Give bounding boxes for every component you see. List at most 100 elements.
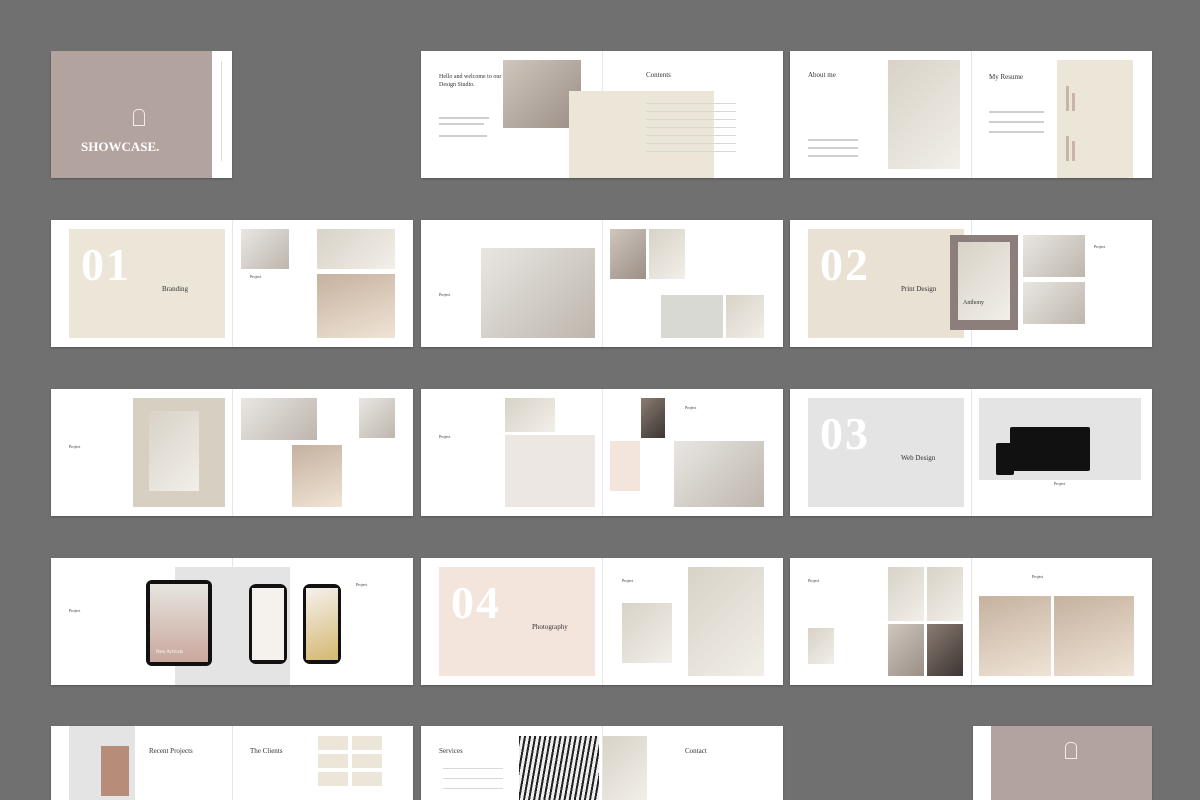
contents-title: Contents (646, 71, 671, 79)
chair-photo (688, 567, 764, 676)
fold (232, 220, 233, 347)
web-detail-spread[interactable]: Project New Arrivals Project (51, 558, 413, 685)
client-logo (318, 736, 348, 750)
client-logo (352, 736, 382, 750)
cards-photo (661, 295, 723, 338)
model-photo (927, 624, 963, 676)
text-line (808, 147, 858, 149)
toc-line (646, 135, 736, 136)
model-photo (292, 445, 342, 507)
model-photo (603, 736, 647, 800)
client-logo (352, 772, 382, 786)
model-photo (888, 624, 924, 676)
striped-photo (519, 736, 599, 800)
branding-detail-spread[interactable]: Project (421, 220, 783, 347)
project-label: Project (1054, 481, 1066, 486)
portrait-photo (888, 60, 960, 169)
fold (232, 726, 233, 800)
logo-icon (1065, 742, 1077, 759)
text-line (989, 111, 1044, 113)
notebook-photo (317, 274, 395, 338)
recent-spread[interactable]: Recent Projects The Clients (51, 726, 413, 800)
text-line (808, 139, 858, 141)
fold (971, 558, 972, 685)
cover-title: SHOWCASE. (81, 139, 160, 154)
project-label: Project (69, 444, 81, 449)
fold (232, 389, 233, 516)
phone-screen (252, 588, 284, 660)
card-photo (241, 229, 289, 269)
text-line (439, 135, 487, 137)
client-logo (318, 772, 348, 786)
booklet-cover (149, 411, 199, 491)
model-photo (641, 398, 665, 438)
section-number: 01 (81, 239, 131, 290)
skill-bar (1066, 136, 1069, 161)
phone-mockup (996, 443, 1014, 475)
section-name: Branding (162, 285, 189, 293)
fold (971, 389, 972, 516)
intro-spread[interactable]: Hello and welcome to our Design Studio. … (421, 51, 783, 178)
phone-screen (306, 588, 338, 660)
toc-line (646, 127, 736, 128)
section-number: 02 (820, 239, 870, 290)
back-cover-panel (991, 726, 1152, 800)
book-mockup (505, 435, 595, 507)
project-label: Project (439, 292, 451, 297)
toc-line (646, 143, 736, 144)
stationery-photo (317, 229, 395, 269)
service-line (443, 788, 503, 789)
photo-detail-spread[interactable]: Project Project (790, 558, 1152, 685)
about-spread[interactable]: About me My Resume (790, 51, 1152, 178)
project-label: Project (250, 274, 262, 279)
model-photo (927, 567, 963, 621)
section-number: 04 (451, 577, 501, 628)
card-photo (726, 295, 764, 338)
section-name: Web Design (901, 454, 936, 462)
service-line (443, 768, 503, 769)
book-photo (359, 398, 395, 438)
client-logo (352, 754, 382, 768)
fold (971, 51, 972, 178)
skill-bar (1066, 86, 1069, 111)
project-label: Project (622, 578, 634, 583)
print-detail-spread[interactable]: Project (51, 389, 413, 516)
section-name: Print Design (901, 285, 937, 293)
model-photo (649, 229, 685, 279)
project-label: Project (356, 582, 368, 587)
magazine-name: Anthony (963, 300, 984, 306)
branding-spread[interactable]: 01 Branding Project (51, 220, 413, 347)
text-line (989, 121, 1044, 123)
skill-bar (1072, 141, 1075, 161)
client-logo (318, 754, 348, 768)
fold (602, 558, 603, 685)
logo-icon (133, 109, 145, 126)
divider (221, 61, 222, 161)
cover-spread[interactable]: SHOWCASE. (51, 51, 232, 178)
toc-line (646, 151, 736, 152)
fold (602, 220, 603, 347)
services-spread[interactable]: Services Contact (421, 726, 783, 800)
clients-title: The Clients (250, 747, 283, 755)
photo-spread[interactable]: 04 Photography Project (421, 558, 783, 685)
web-spread[interactable]: 03 Web Design Project (790, 389, 1152, 516)
brochure-photo (101, 746, 129, 796)
brochure-photo (674, 441, 764, 507)
model-photo (888, 567, 924, 621)
recent-title: Recent Projects (149, 747, 193, 755)
text-line (989, 131, 1044, 133)
project-label: Project (439, 434, 451, 439)
print-spread[interactable]: 02 Print Design Anthony Project (790, 220, 1152, 347)
toc-line (646, 111, 736, 112)
section-number: 03 (820, 408, 870, 459)
spread-photo (1023, 282, 1085, 324)
toc-line (646, 103, 736, 104)
back-cover[interactable] (973, 726, 1152, 800)
stool-photo (610, 229, 646, 279)
print-detail-spread-2[interactable]: Project Project (421, 389, 783, 516)
magazine-cover (958, 242, 1010, 320)
text-line (439, 123, 484, 125)
text-line (439, 117, 489, 119)
new-arrivals-label: New Arrivals (156, 650, 183, 655)
resume-title: My Resume (989, 73, 1024, 81)
